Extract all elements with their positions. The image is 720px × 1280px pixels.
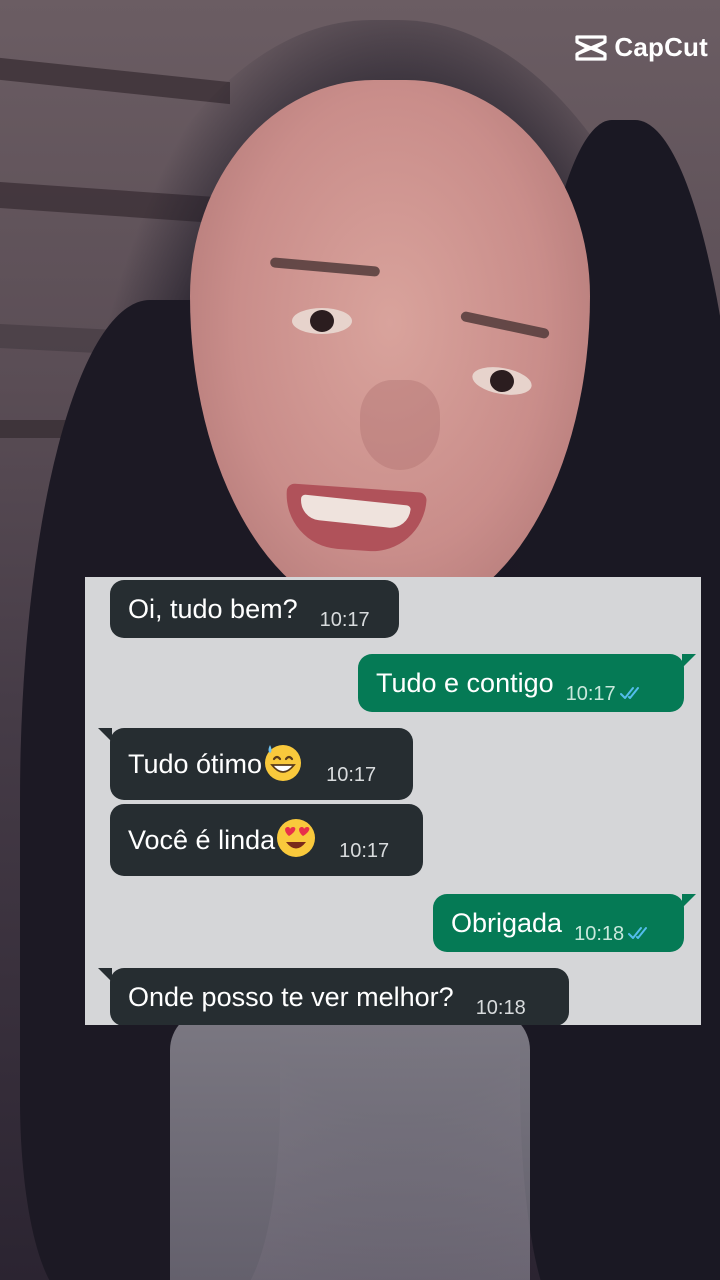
capcut-logo-icon xyxy=(575,34,607,61)
message-bubble-incoming[interactable]: Tudo ótimo 10:17 xyxy=(98,728,413,800)
message-time: 10:18 xyxy=(475,997,526,1019)
message-text: Obrigada xyxy=(451,908,563,938)
message-bubble-outgoing[interactable]: Obrigada 10:18 xyxy=(433,894,696,952)
message-bubble-incoming[interactable]: Oi, tudo bem? 10:17 xyxy=(110,580,399,638)
double-check-icon xyxy=(628,927,648,939)
grinning-sweat-emoji xyxy=(265,744,302,781)
message-time: 10:18 xyxy=(574,923,625,945)
message-time: 10:17 xyxy=(319,609,370,631)
double-check-icon xyxy=(619,687,639,699)
watermark-brand: CapCut xyxy=(614,32,708,62)
message-bubble-incoming[interactable]: Você é linda 10:17 xyxy=(110,804,423,876)
capcut-watermark: CapCut xyxy=(574,32,708,63)
heart-eyes-emoji xyxy=(277,818,316,857)
message-time: 10:17 xyxy=(339,840,390,862)
message-text: Onde posso te ver melhor? xyxy=(128,982,454,1012)
nose xyxy=(360,380,440,470)
eye-left xyxy=(292,308,352,334)
message-text: Você é linda xyxy=(128,825,276,855)
chat-screenshot: Oi, tudo bem? 10:17 Tudo e contigo 10:17 T… xyxy=(85,577,701,1025)
message-bubble-incoming[interactable]: Onde posso te ver melhor? 10:18 xyxy=(98,968,569,1025)
shirt xyxy=(170,1010,530,1280)
message-text: Tudo e contigo xyxy=(376,668,554,698)
message-text: Oi, tudo bem? xyxy=(128,594,298,624)
message-bubble-outgoing[interactable]: Tudo e contigo 10:17 xyxy=(358,654,696,712)
message-text: Tudo ótimo xyxy=(128,749,263,779)
message-time: 10:17 xyxy=(565,683,616,705)
message-time: 10:17 xyxy=(326,764,377,786)
